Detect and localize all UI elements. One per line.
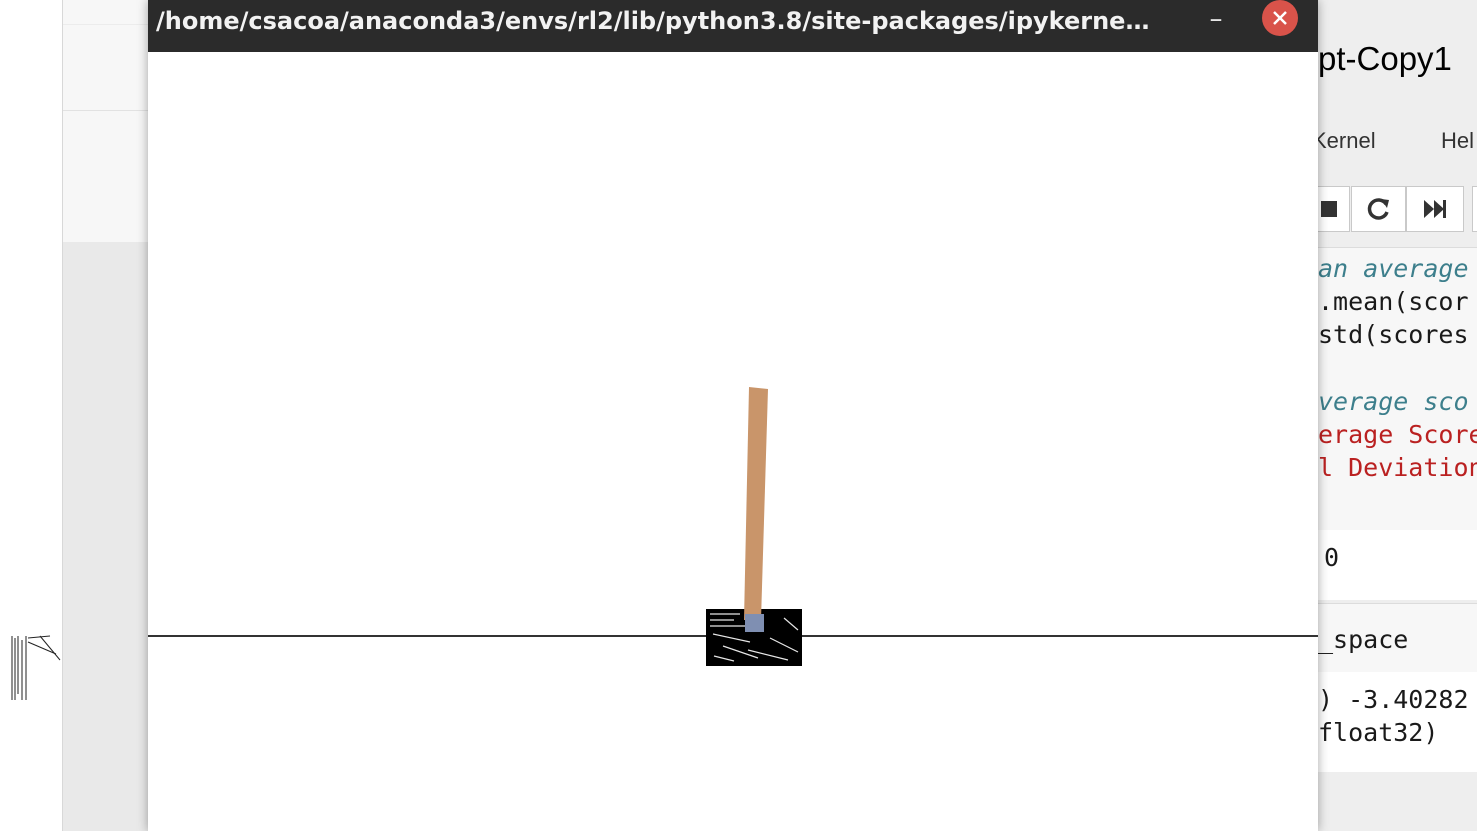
cell-output: 0 <box>1318 530 1477 600</box>
code-line: erage Score <box>1318 420 1477 449</box>
run-all-button[interactable] <box>1406 186 1464 232</box>
fast-forward-icon <box>1424 200 1446 218</box>
minimize-button[interactable]: – <box>1202 0 1230 40</box>
code-cell[interactable]: _space <box>1318 603 1477 673</box>
cartpole-canvas <box>148 52 1318 831</box>
cell-output: ) -3.40282 float32) <box>1318 672 1477 772</box>
left-background-strip <box>0 0 62 831</box>
restart-kernel-button[interactable] <box>1351 186 1406 232</box>
cartpole-scene <box>148 387 1318 666</box>
code-line: _space <box>1318 625 1409 654</box>
close-button[interactable] <box>1262 0 1298 36</box>
desktop: pt-Copy1 Kernel Hel an average .mean(sco… <box>0 0 1477 831</box>
restart-icon <box>1367 198 1389 220</box>
menu-kernel[interactable]: Kernel <box>1318 128 1376 154</box>
code-line: .mean(scor <box>1318 287 1469 316</box>
window-title: /home/csacoa/anaconda3/envs/rl2/lib/pyth… <box>156 7 1150 35</box>
interrupt-kernel-button[interactable] <box>1318 186 1350 232</box>
code-line: verage sco <box>1318 387 1469 416</box>
gym-render-window[interactable]: /home/csacoa/anaconda3/envs/rl2/lib/pyth… <box>148 0 1318 831</box>
code-line: l Deviation <box>1318 453 1477 482</box>
close-icon <box>1273 11 1287 25</box>
axle <box>745 614 764 632</box>
menu-help[interactable]: Hel <box>1441 128 1474 154</box>
toolbar-button-partial[interactable] <box>1472 186 1477 232</box>
notebook-visible-edge: pt-Copy1 Kernel Hel an average .mean(sco… <box>1318 0 1477 831</box>
code-line: std(scores <box>1318 320 1469 349</box>
code-cell[interactable]: an average .mean(scor std(scores verage … <box>1318 247 1477 531</box>
output-text: float32) <box>1318 718 1439 747</box>
stop-icon <box>1321 201 1337 217</box>
window-titlebar[interactable]: /home/csacoa/anaconda3/envs/rl2/lib/pyth… <box>148 0 1318 52</box>
cursor-artifact-icon <box>11 635 61 700</box>
pole <box>744 387 768 620</box>
notebook-title[interactable]: pt-Copy1 <box>1318 40 1452 78</box>
output-text: 0 <box>1324 543 1340 572</box>
output-text: ) -3.40282 <box>1318 685 1469 714</box>
code-line: an average <box>1318 254 1469 283</box>
